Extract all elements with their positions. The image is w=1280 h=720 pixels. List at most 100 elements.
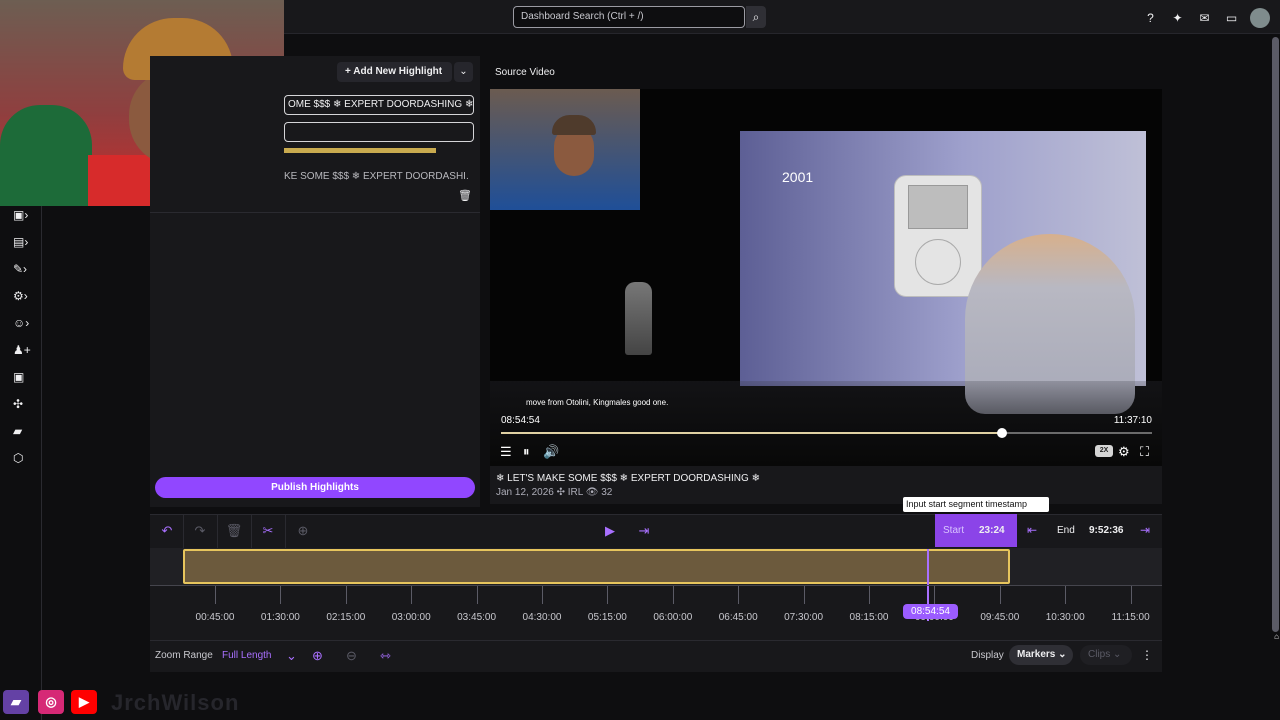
broadcast-icon[interactable]: ▤› xyxy=(13,233,33,251)
search-input[interactable]: Dashboard Search (Ctrl + /) xyxy=(513,6,745,28)
set-start-icon[interactable]: ⇤ xyxy=(1027,523,1037,537)
clips-label: Clips xyxy=(1088,649,1111,660)
delete-icon[interactable]: 🗑 xyxy=(225,522,243,540)
fullscreen-icon[interactable]: ⛶ xyxy=(1140,444,1149,460)
total-time: 11:37:10 xyxy=(1113,415,1152,426)
chevron-down-icon[interactable]: ⌄ xyxy=(286,648,297,664)
user-plus-icon[interactable]: ♟+ xyxy=(13,341,33,359)
clips-dropdown[interactable]: Clips ⌄ xyxy=(1080,645,1132,665)
brush-icon[interactable]: ✎› xyxy=(13,260,33,278)
timeline-tick-label: 04:30:00 xyxy=(522,612,562,623)
slide-year: 2001 xyxy=(782,169,814,185)
highlight-title-field[interactable]: OME $$$ ❄ EXPERT DOORDASHING ❄ xyxy=(284,95,474,115)
shield-icon[interactable]: ⬡ xyxy=(13,449,33,467)
jump-end-icon[interactable]: ⇥ xyxy=(635,522,653,540)
markers-dropdown[interactable]: Markers ⌄ xyxy=(1009,645,1073,665)
list-icon[interactable]: ☰ xyxy=(500,444,512,460)
trash-icon[interactable]: 🗑 xyxy=(458,189,472,202)
toolbar-divider xyxy=(183,514,184,548)
social-handle: JrchWilson xyxy=(111,690,240,715)
inbox-icon[interactable]: ✉ xyxy=(1196,10,1213,27)
instagram-icon: ◎ xyxy=(38,690,64,714)
timeline-tick xyxy=(999,586,1001,604)
publish-highlights-button[interactable]: Publish Highlights xyxy=(155,477,475,498)
highlight-secondary-field[interactable] xyxy=(284,122,474,142)
set-end-icon[interactable]: ⇥ xyxy=(1140,523,1150,537)
timeline-tick xyxy=(607,586,609,604)
search-icon[interactable]: ⌕ xyxy=(746,6,766,28)
chat-icon[interactable]: ▭ xyxy=(1223,10,1240,27)
more-icon[interactable]: ⋮ xyxy=(1141,648,1153,662)
timeline-tick xyxy=(869,586,870,604)
timeline-tick-label: 10:30:00 xyxy=(1045,612,1085,623)
add-icon[interactable]: ⊕ xyxy=(294,522,312,540)
video-meta: Jan 12, 2026 ✣ IRL 👁 32 xyxy=(496,487,613,498)
panel-divider xyxy=(150,212,480,213)
timeline-tick-label: 03:00:00 xyxy=(391,612,431,623)
timeline-tick xyxy=(672,586,674,604)
timeline-tick-label: 09:45:00 xyxy=(980,612,1020,623)
video-progress-fill xyxy=(501,432,1002,434)
timeline-tick-label: 06:00:00 xyxy=(653,612,693,623)
zoom-in-icon[interactable]: ⊕ xyxy=(312,648,323,664)
start-segment-box[interactable]: Start 23:24 xyxy=(935,514,1017,547)
settings-gear-icon[interactable]: ⚙ xyxy=(1118,444,1130,460)
highlight-item-title[interactable]: KE SOME $$$ ❄ EXPERT DOORDASHI... xyxy=(284,171,469,182)
timeline-tick-label: 07:30:00 xyxy=(784,612,824,623)
timeline-tick xyxy=(280,586,282,604)
play-icon[interactable]: ▶ xyxy=(601,522,619,540)
youtube-icon: ▶ xyxy=(71,690,97,714)
selected-segment[interactable] xyxy=(183,549,1010,584)
zoom-out-icon[interactable]: ⊖ xyxy=(346,648,357,664)
video-inset-webcam xyxy=(490,89,640,210)
sparkle-icon[interactable]: ✦ xyxy=(1169,10,1186,27)
timeline-tick-label: 00:45:00 xyxy=(195,612,235,623)
redo-icon[interactable]: ↷ xyxy=(191,522,209,540)
settings-icon[interactable]: ⚙› xyxy=(13,287,33,305)
webcam-tree xyxy=(0,105,92,206)
video-title: ❄ LET'S MAKE SOME $$$ ❄ EXPERT DOORDASHI… xyxy=(496,473,760,484)
timeline-tick-label: 05:15:00 xyxy=(587,612,627,623)
undo-icon[interactable]: ↶ xyxy=(158,522,176,540)
end-time[interactable]: 9:52:36 xyxy=(1089,525,1123,536)
playback-speed[interactable]: 2X xyxy=(1095,445,1113,457)
display-label: Display xyxy=(971,650,1004,661)
add-highlight-button[interactable]: + Add New Highlight xyxy=(337,62,452,82)
scissors-icon[interactable]: ✂ xyxy=(259,522,277,540)
avatar[interactable] xyxy=(1250,8,1270,28)
source-video-label: Source Video xyxy=(495,67,555,78)
video-progress-knob[interactable] xyxy=(997,428,1007,438)
timeline-tick xyxy=(1130,586,1132,604)
video-player[interactable]: 2001 move from Otolini, Kingmales good o… xyxy=(490,89,1162,466)
scroll-up-icon[interactable]: ⌂ xyxy=(1274,632,1279,641)
page-scrollbar[interactable] xyxy=(1272,37,1279,632)
timeline-tick xyxy=(934,586,936,604)
zoom-range-select[interactable]: Full Length xyxy=(222,650,271,661)
pause-icon[interactable]: ⏸ xyxy=(523,444,530,460)
video-caption: move from Otolini, Kingmales good one. xyxy=(526,398,669,407)
timeline-tick-label: 06:45:00 xyxy=(718,612,758,623)
clips-icon[interactable]: ▣› xyxy=(13,206,33,224)
volume-icon[interactable]: 🔊 xyxy=(543,444,559,460)
timeline-tick xyxy=(476,586,478,604)
timeline-tick xyxy=(411,586,413,604)
toolbar-divider xyxy=(251,514,252,548)
book-icon[interactable]: ▰ xyxy=(13,422,33,440)
face-icon[interactable]: ☺› xyxy=(13,314,33,332)
markers-label: Markers xyxy=(1017,649,1056,660)
ipod-screen xyxy=(908,185,968,229)
puzzle-icon[interactable]: ✣ xyxy=(13,395,33,413)
highlight-progress xyxy=(284,148,436,153)
start-time[interactable]: 23:24 xyxy=(979,525,1005,536)
timeline-tick-label: 03:45:00 xyxy=(457,612,497,623)
fit-icon[interactable]: ⇿ xyxy=(380,648,391,664)
timeline-tick xyxy=(738,586,740,604)
toolbar-divider xyxy=(285,514,286,548)
inset-cap xyxy=(552,115,596,135)
video-icon[interactable]: ▣ xyxy=(13,368,33,386)
help-icon[interactable]: ? xyxy=(1142,10,1159,27)
zoom-range-label: Zoom Range xyxy=(155,650,213,661)
chevron-down-icon[interactable]: ⌄ xyxy=(454,62,473,82)
current-time: 08:54:54 xyxy=(501,415,540,426)
segment-tooltip: Input start segment timestamp xyxy=(903,497,1049,512)
